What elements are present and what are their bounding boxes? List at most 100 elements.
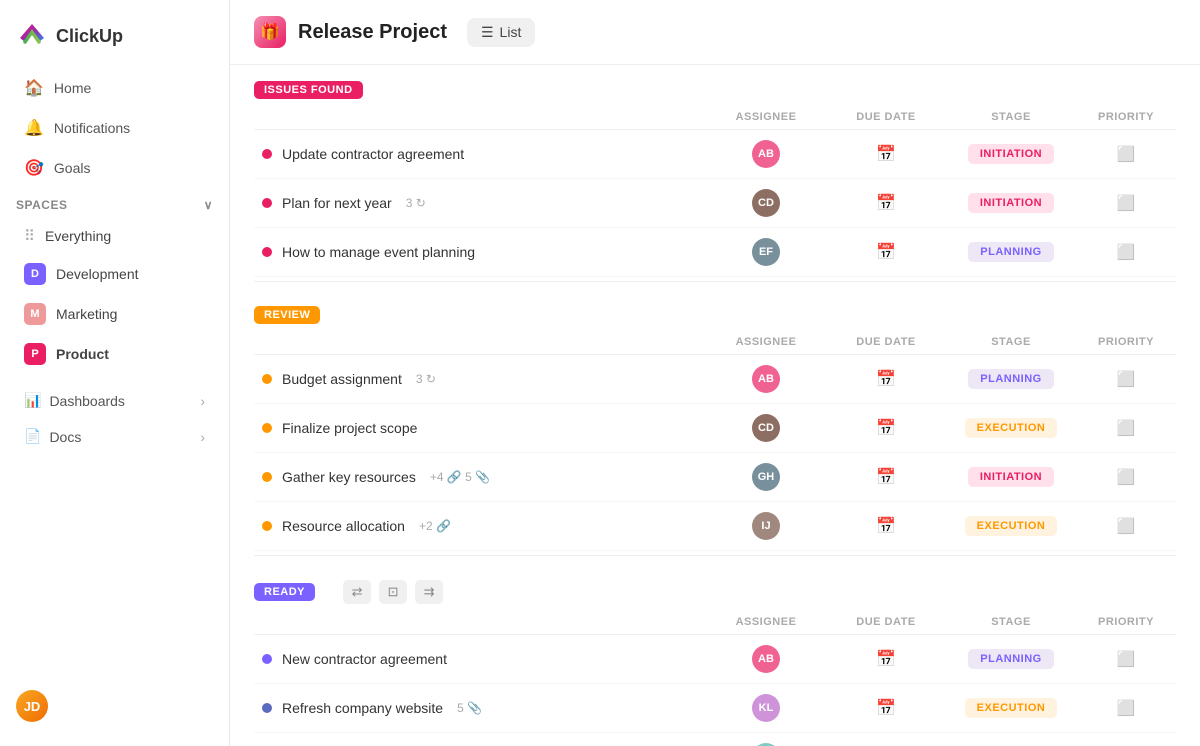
col-priority-1: PRIORITY bbox=[1076, 111, 1176, 123]
task-name: Plan for next year bbox=[282, 195, 392, 211]
col-task bbox=[254, 336, 706, 348]
col-assignee-3: ASSIGNEE bbox=[706, 616, 826, 628]
col-stage-1: STAGE bbox=[946, 111, 1076, 123]
docs-chevron-icon: › bbox=[200, 429, 205, 445]
task-name: Budget assignment bbox=[282, 371, 402, 387]
calendar-icon: 📅 bbox=[876, 467, 896, 487]
table-row[interactable]: Finalize project scope CD 📅 EXECUTION ⬜ bbox=[254, 404, 1176, 453]
toolbar-btn-2[interactable]: ⊡ bbox=[379, 580, 407, 604]
toolbar-btn-3[interactable]: ⇉ bbox=[415, 580, 443, 604]
priority-cell: ⬜ bbox=[1076, 243, 1176, 261]
task-dot bbox=[262, 149, 272, 159]
user-area[interactable]: JD bbox=[0, 678, 229, 734]
sidebar-item-development[interactable]: D Development bbox=[8, 255, 221, 293]
table-row[interactable]: Plan for next year 3 ↻ CD 📅 INITIATION ⬜ bbox=[254, 179, 1176, 228]
stage-cell: EXECUTION bbox=[946, 698, 1076, 718]
sidebar-item-dashboards[interactable]: 📊 Dashboards › bbox=[8, 383, 221, 418]
duedate-cell: 📅 bbox=[826, 144, 946, 164]
table-row[interactable]: Resource allocation +2 🔗 IJ 📅 EXECUTION … bbox=[254, 502, 1176, 551]
issues-badge: ISSUES FOUND bbox=[254, 81, 363, 99]
priority-cell: ⬜ bbox=[1076, 370, 1176, 388]
development-dot: D bbox=[24, 263, 46, 285]
stage-badge: INITIATION bbox=[968, 144, 1054, 164]
priority-icon: ⬜ bbox=[1117, 699, 1136, 717]
task-name: Resource allocation bbox=[282, 518, 405, 534]
task-dot bbox=[262, 472, 272, 482]
assignee-cell: IJ bbox=[706, 512, 826, 540]
stage-cell: PLANNING bbox=[946, 242, 1076, 262]
task-dot bbox=[262, 198, 272, 208]
task-meta: +4 🔗 5 📎 bbox=[430, 470, 490, 484]
sidebar-docs-label: Docs bbox=[49, 429, 81, 445]
section-review: REVIEW ASSIGNEE DUE DATE STAGE PRIORITY … bbox=[230, 290, 1200, 564]
table-row[interactable]: Update key objectives 5 📎 MN 📅 EXECUTION… bbox=[254, 733, 1176, 746]
sidebar-item-goals[interactable]: 🎯 Goals bbox=[8, 149, 221, 187]
section-issues-found: ISSUES FOUND ASSIGNEE DUE DATE STAGE PRI… bbox=[230, 65, 1200, 290]
toolbar-btn-1[interactable]: ⇄ bbox=[343, 580, 371, 604]
task-name-cell: Budget assignment 3 ↻ bbox=[254, 371, 706, 387]
task-name-cell: New contractor agreement bbox=[254, 651, 706, 667]
calendar-icon: 📅 bbox=[876, 144, 896, 164]
stage-badge: PLANNING bbox=[968, 242, 1053, 262]
goals-icon: 🎯 bbox=[24, 158, 44, 178]
spaces-chevron-icon[interactable]: ∨ bbox=[204, 198, 213, 212]
stage-badge: INITIATION bbox=[968, 193, 1054, 213]
duedate-cell: 📅 bbox=[826, 418, 946, 438]
col-assignee-1: ASSIGNEE bbox=[706, 111, 826, 123]
product-dot: P bbox=[24, 343, 46, 365]
grid-icon: ⠿ bbox=[24, 227, 35, 245]
sidebar-item-notifications[interactable]: 🔔 Notifications bbox=[8, 109, 221, 147]
list-view-tab[interactable]: ☰ List bbox=[467, 18, 535, 47]
table-row[interactable]: New contractor agreement AB 📅 PLANNING ⬜ bbox=[254, 635, 1176, 684]
task-dot bbox=[262, 521, 272, 531]
priority-icon: ⬜ bbox=[1117, 650, 1136, 668]
sidebar-space-marketing-label: Marketing bbox=[56, 306, 117, 322]
main-content: 🎁 Release Project ☰ List ISSUES FOUND AS… bbox=[230, 0, 1200, 746]
sidebar-space-everything-label: Everything bbox=[45, 228, 111, 244]
duedate-cell: 📅 bbox=[826, 193, 946, 213]
bell-icon: 🔔 bbox=[24, 118, 44, 138]
task-name-cell: Gather key resources +4 🔗 5 📎 bbox=[254, 469, 706, 485]
sidebar-nav-notifications-label: Notifications bbox=[54, 120, 130, 136]
col-assignee-2: ASSIGNEE bbox=[706, 336, 826, 348]
assignee-cell: CD bbox=[706, 189, 826, 217]
sidebar-item-docs[interactable]: 📄 Docs › bbox=[8, 419, 221, 454]
task-name: Finalize project scope bbox=[282, 420, 417, 436]
priority-icon: ⬜ bbox=[1117, 145, 1136, 163]
sidebar-item-everything[interactable]: ⠿ Everything bbox=[8, 219, 221, 253]
duedate-cell: 📅 bbox=[826, 516, 946, 536]
sidebar-nav-goals-label: Goals bbox=[54, 160, 91, 176]
table-row[interactable]: How to manage event planning EF 📅 PLANNI… bbox=[254, 228, 1176, 277]
col-stage-2: STAGE bbox=[946, 336, 1076, 348]
sidebar-item-home[interactable]: 🏠 Home bbox=[8, 69, 221, 107]
spaces-label: Spaces bbox=[16, 198, 67, 212]
table-row[interactable]: Update contractor agreement AB 📅 INITIAT… bbox=[254, 130, 1176, 179]
spaces-section-header: Spaces ∨ bbox=[0, 188, 229, 218]
priority-cell: ⬜ bbox=[1076, 468, 1176, 486]
stage-badge: PLANNING bbox=[968, 369, 1053, 389]
avatar: KL bbox=[752, 694, 780, 722]
clickup-logo-icon bbox=[16, 20, 48, 52]
calendar-icon: 📅 bbox=[876, 418, 896, 438]
avatar: AB bbox=[752, 645, 780, 673]
sidebar-item-product[interactable]: P Product bbox=[8, 335, 221, 373]
priority-icon: ⬜ bbox=[1117, 194, 1136, 212]
table-row[interactable]: Gather key resources +4 🔗 5 📎 GH 📅 INITI… bbox=[254, 453, 1176, 502]
ready-badge: READY bbox=[254, 583, 315, 601]
priority-cell: ⬜ bbox=[1076, 650, 1176, 668]
marketing-dot: M bbox=[24, 303, 46, 325]
sidebar: ClickUp 🏠 Home 🔔 Notifications 🎯 Goals S… bbox=[0, 0, 230, 746]
sidebar-item-marketing[interactable]: M Marketing bbox=[8, 295, 221, 333]
task-name-cell: Update contractor agreement bbox=[254, 146, 706, 162]
task-name: How to manage event planning bbox=[282, 244, 475, 260]
page-title: Release Project bbox=[298, 21, 447, 44]
task-dot bbox=[262, 423, 272, 433]
task-name-cell: Finalize project scope bbox=[254, 420, 706, 436]
table-row[interactable]: Refresh company website 5 📎 KL 📅 EXECUTI… bbox=[254, 684, 1176, 733]
priority-cell: ⬜ bbox=[1076, 145, 1176, 163]
table-row[interactable]: Budget assignment 3 ↻ AB 📅 PLANNING ⬜ bbox=[254, 355, 1176, 404]
home-icon: 🏠 bbox=[24, 78, 44, 98]
col-task bbox=[254, 616, 706, 628]
stage-cell: PLANNING bbox=[946, 369, 1076, 389]
priority-cell: ⬜ bbox=[1076, 419, 1176, 437]
